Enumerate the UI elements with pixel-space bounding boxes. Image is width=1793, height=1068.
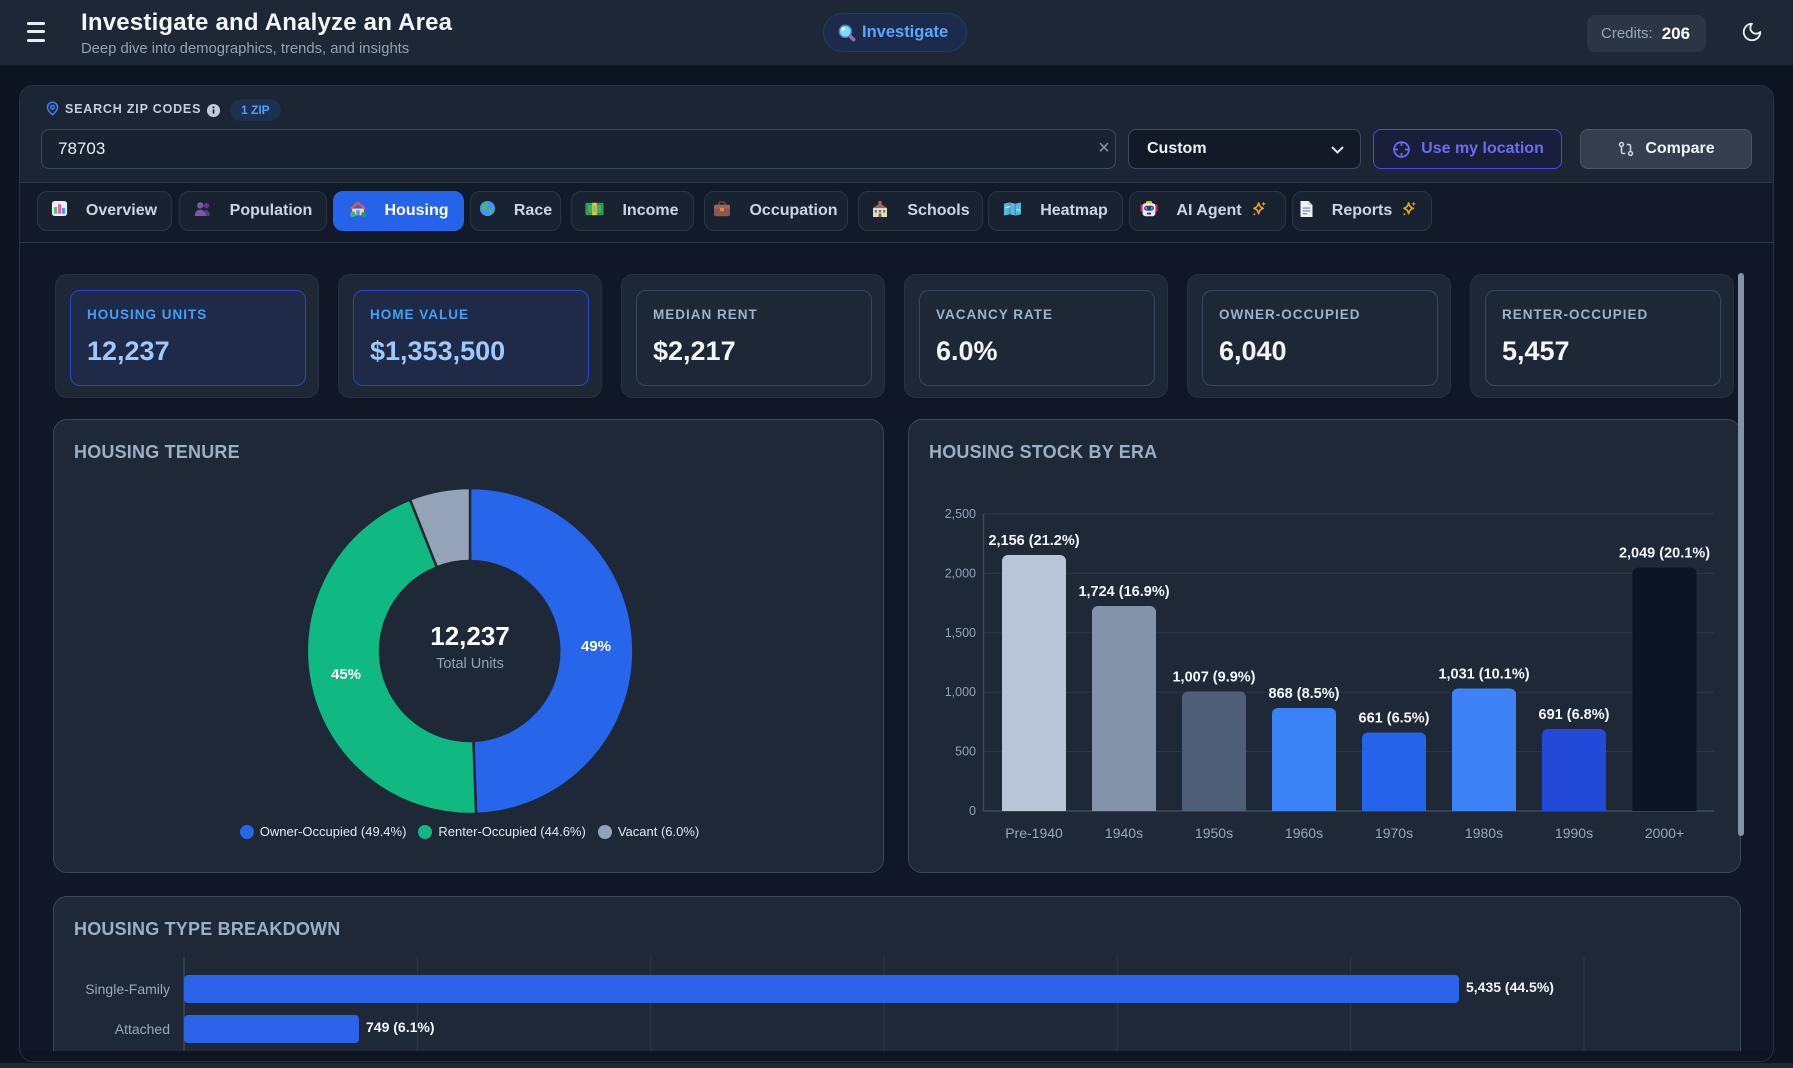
svg-text:691 (6.8%): 691 (6.8%)	[1539, 707, 1610, 723]
svg-text:1960s: 1960s	[1285, 825, 1323, 841]
svg-text:49%: 49%	[581, 638, 611, 655]
svg-text:Single-Family: Single-Family	[85, 981, 170, 997]
svg-text:1950s: 1950s	[1195, 825, 1233, 841]
svg-text:1,000: 1,000	[945, 685, 976, 699]
svg-text:12,237: 12,237	[430, 621, 510, 651]
svg-text:2,049 (20.1%): 2,049 (20.1%)	[1619, 546, 1710, 562]
svg-text:45%: 45%	[331, 666, 361, 683]
svg-text:Pre-1940: Pre-1940	[1005, 825, 1063, 841]
svg-text:2,156 (21.2%): 2,156 (21.2%)	[988, 533, 1079, 549]
svg-text:1940s: 1940s	[1105, 825, 1143, 841]
svg-text:2,000: 2,000	[945, 566, 976, 580]
svg-text:1,724 (16.9%): 1,724 (16.9%)	[1078, 584, 1169, 600]
svg-text:1980s: 1980s	[1465, 825, 1503, 841]
svg-text:1,007 (9.9%): 1,007 (9.9%)	[1172, 669, 1255, 685]
svg-text:Attached: Attached	[115, 1021, 170, 1037]
svg-text:1,500: 1,500	[945, 626, 976, 640]
svg-text:2,500: 2,500	[945, 507, 976, 521]
svg-text:868 (8.5%): 868 (8.5%)	[1269, 686, 1340, 702]
svg-text:500: 500	[955, 745, 976, 759]
svg-text:661 (6.5%): 661 (6.5%)	[1359, 711, 1430, 727]
svg-text:749 (6.1%): 749 (6.1%)	[366, 1019, 434, 1035]
svg-text:1970s: 1970s	[1375, 825, 1413, 841]
svg-text:0: 0	[969, 804, 976, 818]
svg-text:1990s: 1990s	[1555, 825, 1593, 841]
svg-text:5,435 (44.5%): 5,435 (44.5%)	[1466, 979, 1554, 995]
svg-text:2000+: 2000+	[1645, 825, 1684, 841]
svg-text:1,031 (10.1%): 1,031 (10.1%)	[1438, 667, 1529, 683]
svg-text:Total Units: Total Units	[436, 656, 504, 672]
